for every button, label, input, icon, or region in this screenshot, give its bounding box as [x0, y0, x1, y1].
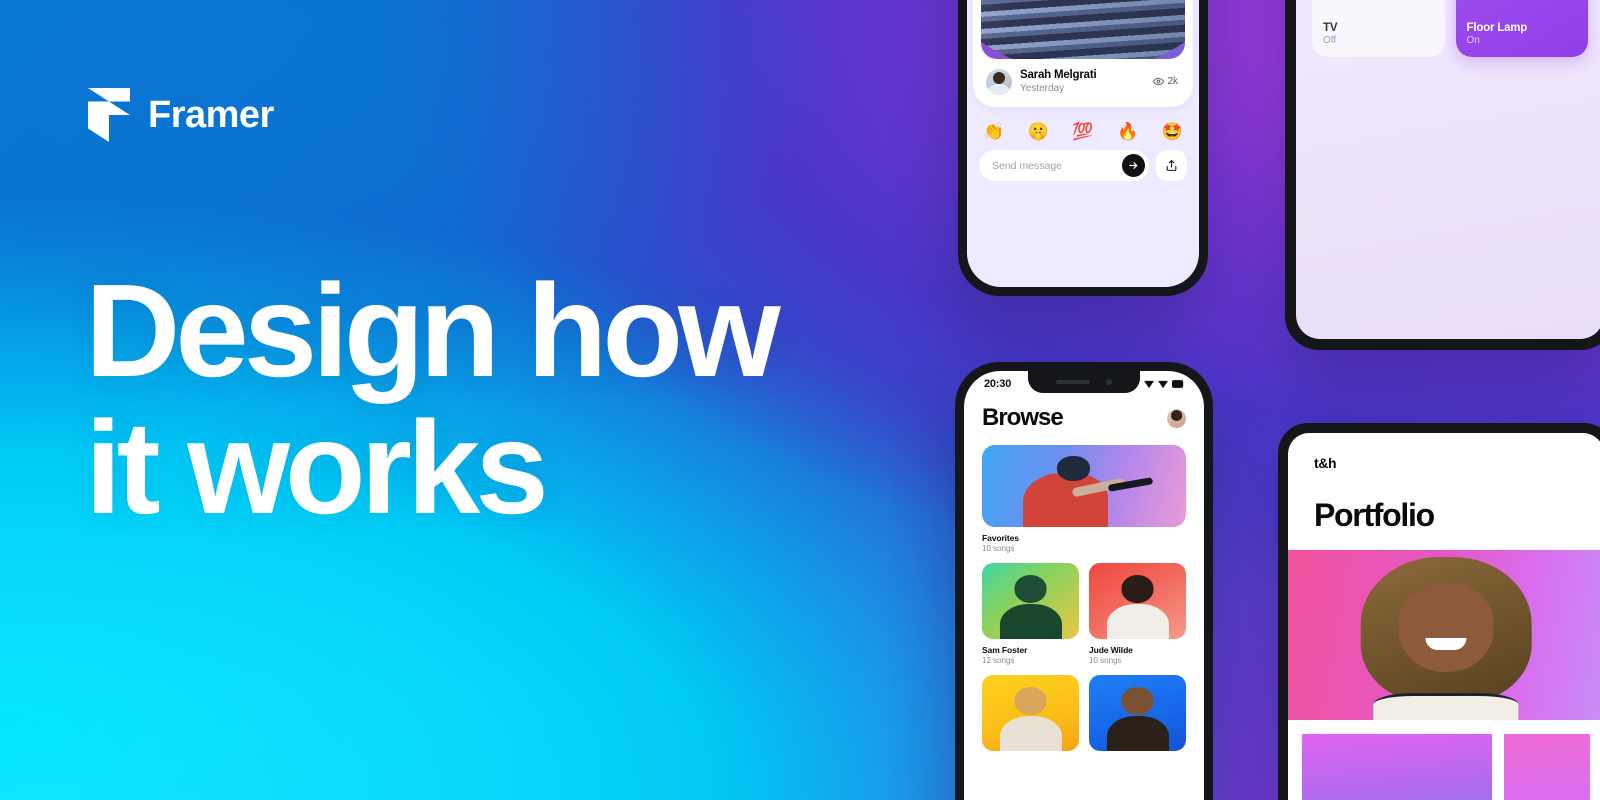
status-bar: 20:30 — [964, 371, 1204, 390]
accessory-tiles: 📺 TV Off 💡 Floor Lamp On — [1312, 0, 1588, 57]
portfolio-hero-image — [1288, 550, 1600, 720]
hundred-points-emoji[interactable]: 💯 — [1072, 123, 1093, 140]
brand-name: Framer — [148, 93, 274, 136]
phone-mockup-social: Sarah Melgrati Yesterday 2k 👏 🤫 💯 🔥 🤩 Se… — [958, 0, 1208, 296]
portfolio-logo[interactable]: t&h — [1314, 455, 1578, 471]
playlist-thumbnail[interactable] — [982, 675, 1079, 751]
fire-emoji[interactable]: 🔥 — [1117, 123, 1138, 140]
accessory-tile-floor-lamp[interactable]: 💡 Floor Lamp On — [1455, 0, 1588, 57]
list-item[interactable]: Jude Wilde 10 songs — [1089, 563, 1186, 665]
accessory-floor-lamp-state: On — [1466, 35, 1480, 46]
share-button[interactable] — [1156, 150, 1187, 182]
browse-screen: 20:30 Browse Favorites 10 songs Sam Fost… — [964, 371, 1204, 800]
message-composer: Send message — [967, 146, 1199, 191]
portfolio-thumbnail[interactable] — [1504, 734, 1590, 800]
portfolio-screen: t&h Portfolio — [1288, 433, 1600, 800]
accessory-tv-state: Off — [1323, 35, 1337, 46]
browse-body: Browse Favorites 10 songs Sam Foster 12 … — [964, 390, 1204, 751]
send-message-placeholder: Send message — [992, 159, 1063, 172]
portfolio-title: Portfolio — [1314, 497, 1435, 533]
signal-icon — [1144, 380, 1154, 388]
playlist-grid-row-2 — [982, 675, 1186, 751]
arrow-right-icon — [1129, 162, 1138, 170]
status-time: 20:30 — [984, 378, 1012, 390]
playlist-name: Jude Wilde — [1089, 645, 1133, 655]
shushing-face-emoji[interactable]: 🤫 — [1028, 123, 1049, 140]
reaction-row: 👏 🤫 💯 🔥 🤩 — [967, 113, 1199, 146]
clap-emoji[interactable]: 👏 — [983, 123, 1004, 140]
featured-playlist-card[interactable] — [982, 445, 1186, 527]
send-button[interactable] — [1122, 154, 1145, 178]
list-item[interactable]: Sam Foster 12 songs — [982, 563, 1079, 665]
tablet-mockup-portfolio: t&h Portfolio — [1278, 423, 1600, 800]
playlist-count: 12 songs — [982, 656, 1015, 665]
phone-social-screen: Sarah Melgrati Yesterday 2k 👏 🤫 💯 🔥 🤩 Se… — [967, 0, 1199, 287]
share-icon — [1166, 160, 1177, 172]
send-message-input[interactable]: Send message — [979, 150, 1149, 182]
playlist-grid-row-1: Sam Foster 12 songs Jude Wilde 10 songs — [982, 563, 1186, 665]
view-count-label: 2k — [1167, 76, 1178, 88]
post-card[interactable]: Sarah Melgrati Yesterday 2k — [973, 0, 1193, 108]
accessory-floor-lamp-name: Floor Lamp — [1466, 22, 1528, 34]
playlist-name: Sam Foster — [982, 645, 1028, 655]
playlist-thumbnail — [982, 563, 1079, 639]
status-icons — [1144, 380, 1184, 389]
featured-playlist-name: Favorites — [982, 533, 1019, 543]
view-count: 2k — [1153, 76, 1180, 87]
smarthome-screen: 🏠 I'm Home 🌓 Good Night Accessories All … — [1296, 0, 1600, 339]
building-image — [981, 0, 1185, 59]
playlist-thumbnail — [1089, 563, 1186, 639]
phone-mockup-browse: 20:30 Browse Favorites 10 songs Sam Fost… — [955, 362, 1213, 800]
playlist-count: 10 songs — [1089, 656, 1122, 665]
featured-playlist-count: 10 songs — [982, 544, 1015, 553]
accessory-tv-name: TV — [1323, 22, 1338, 34]
featured-playlist-label: Favorites 10 songs — [982, 533, 1186, 553]
post-photo — [981, 0, 1185, 59]
profile-avatar[interactable] — [1167, 408, 1186, 428]
framer-brand[interactable]: Framer — [88, 88, 274, 142]
eye-icon — [1153, 78, 1165, 86]
browse-title: Browse — [982, 404, 1064, 431]
portfolio-header: t&h Portfolio — [1288, 433, 1600, 534]
battery-icon — [1172, 380, 1184, 388]
post-meta: Sarah Melgrati Yesterday 2k — [981, 59, 1185, 97]
framer-logo-icon — [88, 88, 130, 142]
post-timestamp: Yesterday — [1020, 83, 1065, 95]
framer-hero-banner: Framer Design how it works Sarah Melgrat… — [0, 0, 1600, 800]
portfolio-thumbnail-grid — [1288, 720, 1600, 800]
star-struck-emoji[interactable]: 🤩 — [1162, 123, 1183, 140]
avatar[interactable] — [986, 68, 1012, 95]
wifi-icon — [1158, 380, 1168, 388]
browse-header: Browse — [982, 404, 1186, 432]
accessory-tile-tv[interactable]: 📺 TV Off — [1312, 0, 1445, 57]
page-title: Design how it works — [85, 257, 781, 542]
portfolio-thumbnail[interactable] — [1302, 734, 1492, 800]
post-author: Sarah Melgrati — [1020, 69, 1097, 81]
tablet-mockup-smarthome: 🏠 I'm Home 🌓 Good Night Accessories All … — [1285, 0, 1600, 350]
playlist-thumbnail[interactable] — [1089, 675, 1186, 751]
